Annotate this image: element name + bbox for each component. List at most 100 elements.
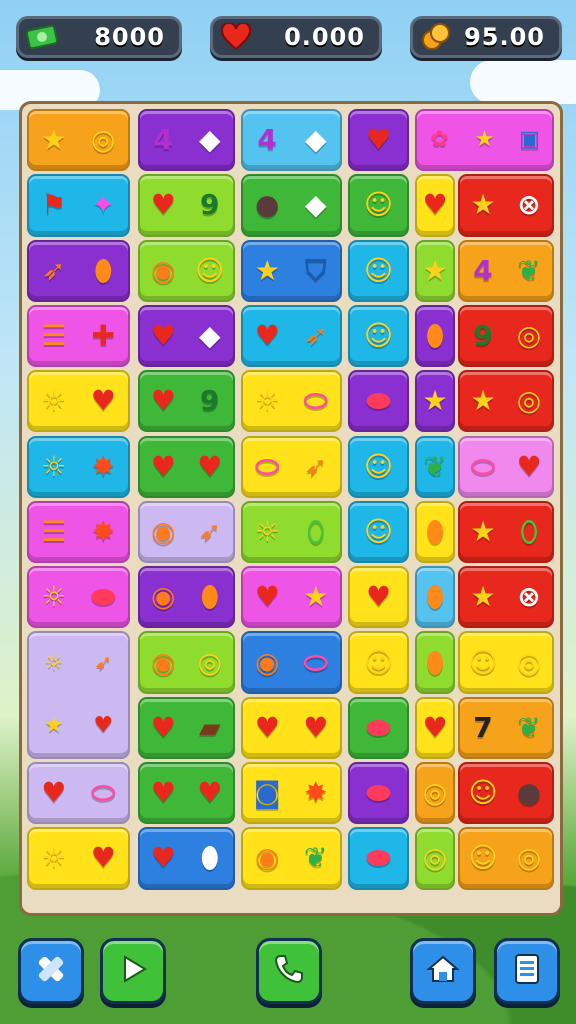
board-tile[interactable]: ♥ 9 [138,174,235,237]
board-tile[interactable]: ♥ [348,109,409,172]
diamond-icon: ◆ [198,319,221,353]
board-tile[interactable]: ◙ ✸ [241,762,342,825]
board-tile[interactable]: 7 ❦ [458,696,554,759]
pickle-icon: ⬯ [306,514,325,548]
board-tile[interactable]: ☺ ◎ [458,631,554,694]
board-tile[interactable]: ♥ ▰ [138,696,235,759]
board-tile[interactable]: 4 ◆ [241,109,342,172]
donut-icon: ◎ [516,319,542,353]
shield-icon: ⛉ [305,253,327,287]
number-nine-icon: 9 [200,384,220,418]
board-tile[interactable]: ☰ ✚ [27,304,130,368]
board-tile[interactable]: ◉ ❦ [241,827,342,890]
board-tile[interactable]: ☰ ✸ [27,500,130,564]
board-tile[interactable]: ◉ ◎ [138,631,235,694]
menu-button[interactable] [494,938,560,1004]
board-tile[interactable]: ♥ ♥ [138,435,235,498]
drop-icon: ⬮ [426,514,444,548]
board-tile[interactable]: ✿ ★ ▣ [415,109,554,172]
star-icon: ★ [470,384,496,418]
heart-icon: ♥ [90,841,116,875]
heart-icon: ♥ [150,841,176,875]
board-tile[interactable]: ⬭ ♥ [458,435,554,498]
drop-icon: ⬮ [94,253,113,287]
play-button[interactable] [100,938,166,1004]
board-tile[interactable]: ★ ⊗ [458,566,554,629]
star-icon: ★ [303,580,329,614]
board-tile[interactable]: ♥ [415,696,455,759]
board-tile[interactable]: ◉ ⬮ [138,566,235,629]
board-tile[interactable]: 9 ◎ [458,304,554,368]
board-tile[interactable]: ★ ◎ [458,370,554,433]
strawberry-icon: ✿ [430,127,449,153]
board-tile[interactable]: ◎ [415,827,455,890]
board-tile[interactable]: ◉ ➶ [138,500,235,564]
board-tile[interactable]: ★ [415,370,455,433]
call-button[interactable] [256,938,322,1004]
candy-icon: ⬭ [303,645,328,679]
heart-icon [219,22,253,52]
board-tile[interactable]: ⬬ [348,827,409,890]
board-tile[interactable]: ☺ ◎ [458,827,554,890]
board-tile[interactable]: ➶ ⬮ [27,239,130,302]
bomb-icon: ● [255,188,280,222]
heart-icon: ♥ [365,123,392,157]
board-tile[interactable]: ☺ [348,239,409,302]
board-tile[interactable]: ⬮ [415,631,455,694]
board-tile[interactable]: 4 ❦ [458,239,554,302]
board-tile[interactable]: ⚑ ✦ [27,174,130,237]
cloud [470,60,576,104]
board-tile[interactable]: ♥ ⬮ [138,827,235,890]
board-tile[interactable]: ★ [415,239,455,302]
board-tile[interactable]: ☼ ⬯ [241,500,342,564]
board-tile[interactable]: ◎ [415,762,455,825]
board-tile[interactable]: ◉ ☺ [138,239,235,302]
sun-icon: ☼ [41,841,67,875]
board-tile[interactable]: ☼ ✸ [27,435,130,498]
board-tile[interactable]: ♥ [415,174,455,237]
board-tile[interactable]: ☼ ➶ ★ ♥ [27,631,130,759]
board-tile[interactable]: ★ ⊗ [458,174,554,237]
board-tile[interactable]: ★ ⛉ [241,239,342,302]
board-tile[interactable]: ☺ [348,174,409,237]
board-tile[interactable]: ☺ [348,304,409,368]
board-tile[interactable]: ● ◆ [241,174,342,237]
board-tile[interactable]: ♥ ♥ [241,696,342,759]
board-tile[interactable]: ❦ [415,435,455,498]
board-tile[interactable]: ☼ ♥ [27,370,130,433]
board-tile[interactable]: ☺ ● [458,762,554,825]
shuffle-button[interactable] [18,938,84,1004]
smiley-icon: ☺ [363,319,394,353]
board-tile[interactable]: ♥ [348,566,409,629]
board-tile[interactable]: ⬭ ➶ [241,435,342,498]
pickle-icon: ⬯ [520,514,538,548]
home-button[interactable] [410,938,476,1004]
diamond-icon: ◆ [304,188,327,222]
board-tile[interactable]: ☺ [348,435,409,498]
board-tile[interactable]: ☺ [348,500,409,564]
board-tile[interactable]: ⬬ [348,370,409,433]
heart-icon: ♥ [254,710,280,744]
board-tile[interactable]: 4 ◆ [138,109,235,172]
board-tile[interactable]: ☼ ⬭ [241,370,342,433]
board-tile[interactable]: ⬮ [415,500,455,564]
leaf-icon: ❦ [423,449,447,483]
board-tile[interactable]: ⬮ [415,566,455,629]
star-icon: ★ [470,580,496,614]
board-tile[interactable]: ♥ ♥ [138,762,235,825]
board-tile[interactable]: ⬬ [348,696,409,759]
board-tile[interactable]: ♥ ◆ [138,304,235,368]
board-tile[interactable]: ♥ ★ [241,566,342,629]
heart-icon: ♥ [303,710,329,744]
board-tile[interactable]: ⬬ [348,762,409,825]
board-tile[interactable]: ★ ⬯ [458,500,554,564]
board-tile[interactable]: ⬮ [415,304,455,368]
board-tile[interactable]: ♥ 9 [138,370,235,433]
board-tile[interactable]: ☼ ⬬ [27,566,130,629]
board-tile[interactable]: ♥ ⬭ [27,762,130,825]
board-tile[interactable]: ♥ ➶ [241,304,342,368]
board-tile[interactable]: ★ ◎ [27,109,130,172]
board-tile[interactable]: ☺ [348,631,409,694]
board-tile[interactable]: ◉ ⬭ [241,631,342,694]
board-tile[interactable]: ☼ ♥ [27,827,130,890]
